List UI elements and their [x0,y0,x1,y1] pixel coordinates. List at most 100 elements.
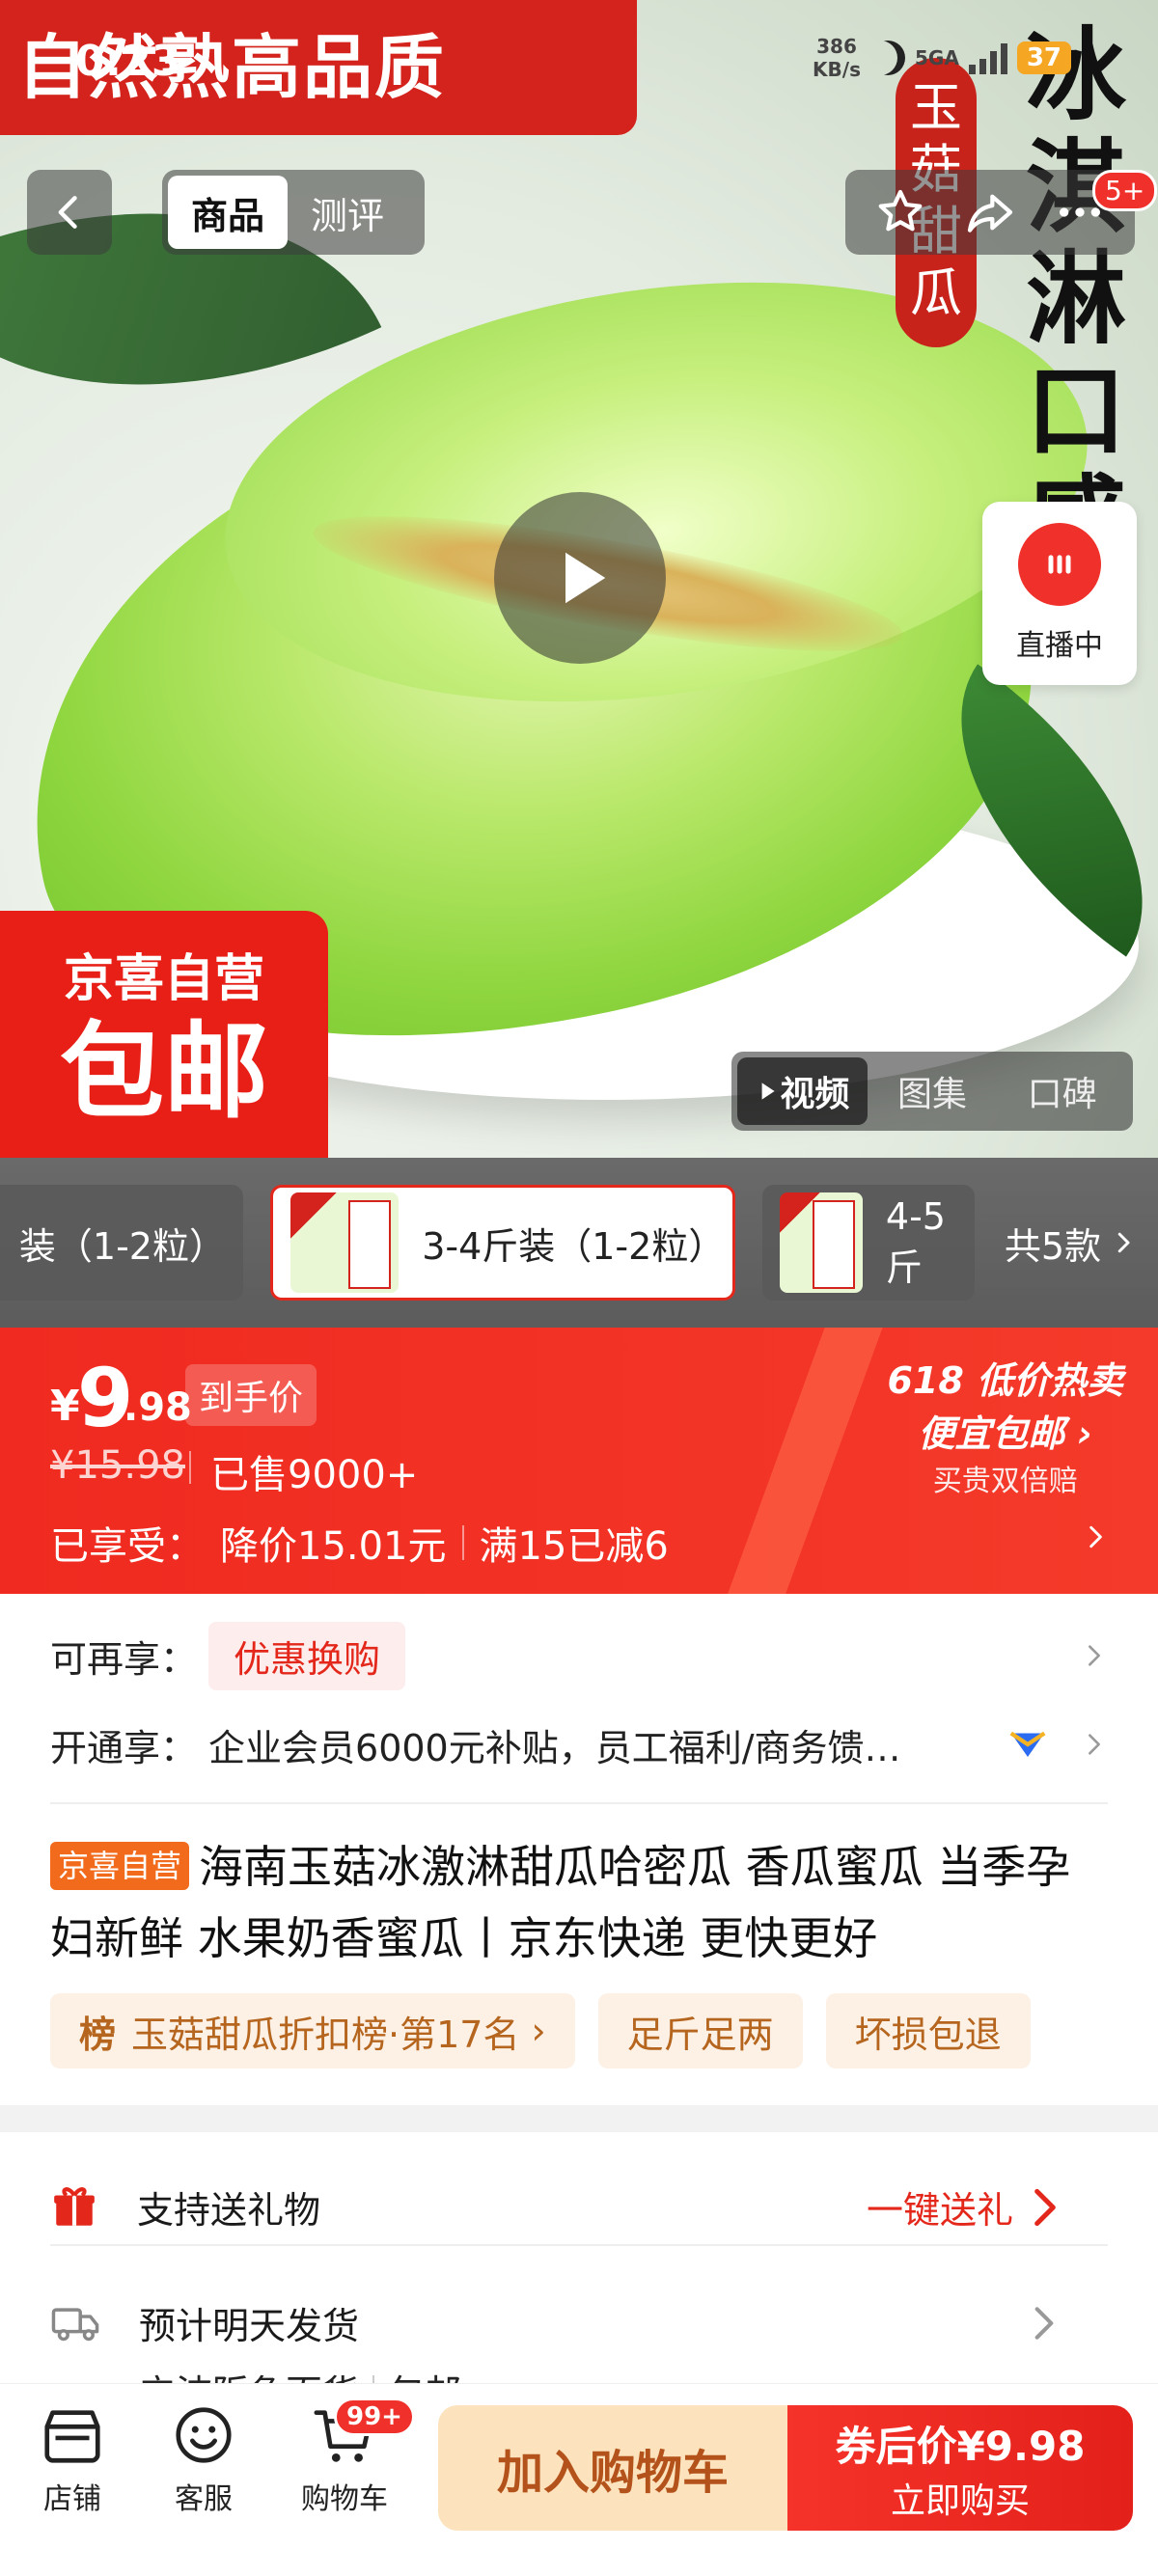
buy-now-button[interactable]: 券后价¥9.98 立即购买 [787,2405,1133,2531]
play-video-button[interactable] [494,492,666,664]
cart-count-badge: 99+ [334,2398,415,2436]
discount-price-drop: 降价15.01元 [220,1524,447,1569]
cart-label: 购物车 [301,2482,388,2516]
variant-thumbnail [780,1192,863,1293]
promo-store-label: 京喜自营 [63,950,264,1008]
battery-icon: 37 [1016,41,1071,74]
product-title: 京喜自营 海南玉菇冰激淋甜瓜哈密瓜 香瓜蜜瓜 当季孕妇新鲜 水果奶香蜜瓜丨京东快递… [50,1831,1108,1974]
hero-vertical-title: 冰淇淋口感 [1025,16,1126,579]
membership-row[interactable]: 开通享： 企业会员6000元补贴，员工福利/商务馈… [50,1706,1108,1783]
chevron-right-icon [1034,2306,1054,2340]
variant-thumbnail [290,1192,400,1293]
network-speed-value: 386 [816,35,857,58]
variant-selector: 装（1-2粒） 3-4斤装（1-2粒） 4-5斤 共5款 [0,1158,1158,1328]
diamond-icon [1009,1731,1046,1757]
promo-618-subtitle: 便宜包邮 › [918,1412,1093,1455]
variant-more-button[interactable]: 共5款 [984,1185,1158,1301]
divider [189,1451,191,1484]
price-currency: ¥ [50,1382,80,1431]
store-button[interactable]: 店铺 [10,2401,135,2517]
tab-review[interactable]: 测评 [288,176,407,249]
product-info-card: 可再享： 优惠换购 开通享： 企业会员6000元补贴，员工福利/商务馈… 京喜自… [0,1594,1158,2105]
final-price-tag: 到手价 [185,1364,317,1426]
price-decoration [715,1328,887,1594]
service-card: 支持送礼物 一键送礼 预计明天发货 宁波阪急百货 包邮 [0,2132,1158,2422]
variant-option[interactable]: 4-5斤 [762,1185,975,1301]
promo-free-shipping: 包邮 [59,1012,268,1133]
chevron-right-icon [1089,1525,1102,1548]
store-icon [44,2410,100,2463]
live-stream-button[interactable]: 直播中 [982,502,1137,685]
membership-text: 企业会员6000元补贴，员工福利/商务馈… [208,1726,901,1769]
self-operated-promo: 京喜自营 包邮 [0,911,328,1158]
discount-summary: 已享受： 降价15.01元 满15已减6 [50,1515,669,1571]
message-badge: 5+ [1092,170,1158,211]
discount-label: 已享受： [50,1524,205,1569]
star-icon[interactable] [873,185,927,239]
tab-product[interactable]: 商品 [168,176,288,249]
sold-count: 已售9000+ [210,1453,419,1497]
chevron-right-icon [1089,1645,1100,1666]
add-to-cart-button[interactable]: 加入购物车 [438,2405,787,2531]
buy-now-label: 立即购买 [890,2480,1030,2521]
tag-damage-return: 坏损包退 [825,1993,1031,2069]
customer-service-button[interactable]: 客服 [141,2401,266,2517]
ranking-text: 玉菇甜瓜折扣榜·第17名 [131,2013,520,2056]
coupon-price: 券后价¥9.98 [835,2422,1086,2470]
media-tab-gallery[interactable]: 图集 [868,1057,998,1125]
variant-label: 装（1-2粒） [18,1224,226,1268]
chevron-right-icon [1034,2188,1056,2226]
ranking-chip[interactable]: 榜 玉菇甜瓜折扣榜·第17名 › [50,1993,575,2069]
network-speed: 386 KB/s [813,35,861,81]
shipping-row[interactable]: 预计明天发货 [50,2296,1108,2349]
promo-618-title: 618 低价热卖 [887,1359,1123,1402]
variant-option-selected[interactable]: 3-4斤装（1-2粒） [270,1185,735,1301]
back-button[interactable] [27,170,112,255]
top-actions [845,170,1135,255]
gift-icon [54,2186,95,2226]
title-store-badge: 京喜自营 [50,1842,190,1890]
promo-618[interactable]: 618 低价热卖 便宜包邮 › 买贵双倍赔 [887,1351,1123,1499]
variant-option[interactable]: 装（1-2粒） [0,1185,243,1301]
divider [50,1802,1108,1804]
promo-618-subtitle-text: 便宜包邮 [918,1412,1065,1455]
live-icon [1018,523,1101,606]
extra-offer-row[interactable]: 可再享： 优惠换购 [50,1613,1108,1698]
gift-row[interactable]: 支持送礼物 一键送礼 [50,2180,1108,2233]
shipping-estimate: 预计明天发货 [139,2305,360,2347]
customer-service-label: 客服 [175,2482,233,2516]
original-price: ¥15.98 [50,1443,185,1488]
price-section[interactable]: ¥ 9 .98 到手价 ¥15.98 已售9000+ 已享受： 降价15.01元… [0,1328,1158,1594]
media-tab-reviews[interactable]: 口碑 [997,1057,1127,1125]
exchange-offer-tag[interactable]: 优惠换购 [208,1621,406,1690]
live-label: 直播中 [1016,629,1103,663]
chevron-left-icon [58,196,77,229]
send-gift-label: 一键送礼 [866,2189,1013,2232]
send-gift-link[interactable]: 一键送礼 [867,2180,1108,2233]
status-time: 0:23 [75,37,181,86]
ranking-icon: 榜 [79,2013,117,2056]
variant-label: 3-4斤装（1-2粒） [422,1224,726,1268]
page-tabs: 商品 测评 [162,170,425,255]
discount-threshold: 满15已减6 [479,1524,669,1569]
store-label: 店铺 [43,2482,101,2516]
media-tab-video[interactable]: 视频 [737,1057,868,1125]
product-image-gallery[interactable]: 自然熟高品质 玉菇甜瓜 冰淇淋口感 0:23 386 KB/s 5GA 37 商… [0,0,1158,1158]
share-icon[interactable] [963,185,1017,239]
network-type: 5GA [915,46,959,69]
divider [461,1525,464,1560]
truck-icon [51,2307,99,2341]
product-title-text: 海南玉菇冰激淋甜瓜哈密瓜 香瓜蜜瓜 当季孕妇新鲜 水果奶香蜜瓜丨京东快递 更快更… [50,1841,1071,1964]
variant-count: 共5款 [1004,1224,1102,1268]
chevron-right-icon: › [531,2010,546,2052]
chevron-right-icon [1117,1232,1130,1253]
network-speed-unit: KB/s [813,58,861,81]
chevron-right-icon [1089,1734,1100,1755]
bottom-action-bar: 店铺 客服 购物车 99+ 加入购物车 券后价¥9.98 立即购买 [0,2383,1158,2576]
promo-618-guarantee: 买贵双倍赔 [932,1465,1078,1498]
extra-offer-label: 可再享： [50,1637,198,1681]
variant-label: 4-5斤 [885,1194,946,1289]
tag-full-weight: 足斤足两 [597,1993,803,2069]
moon-icon [870,41,905,75]
membership-label: 开通享： [50,1726,198,1769]
